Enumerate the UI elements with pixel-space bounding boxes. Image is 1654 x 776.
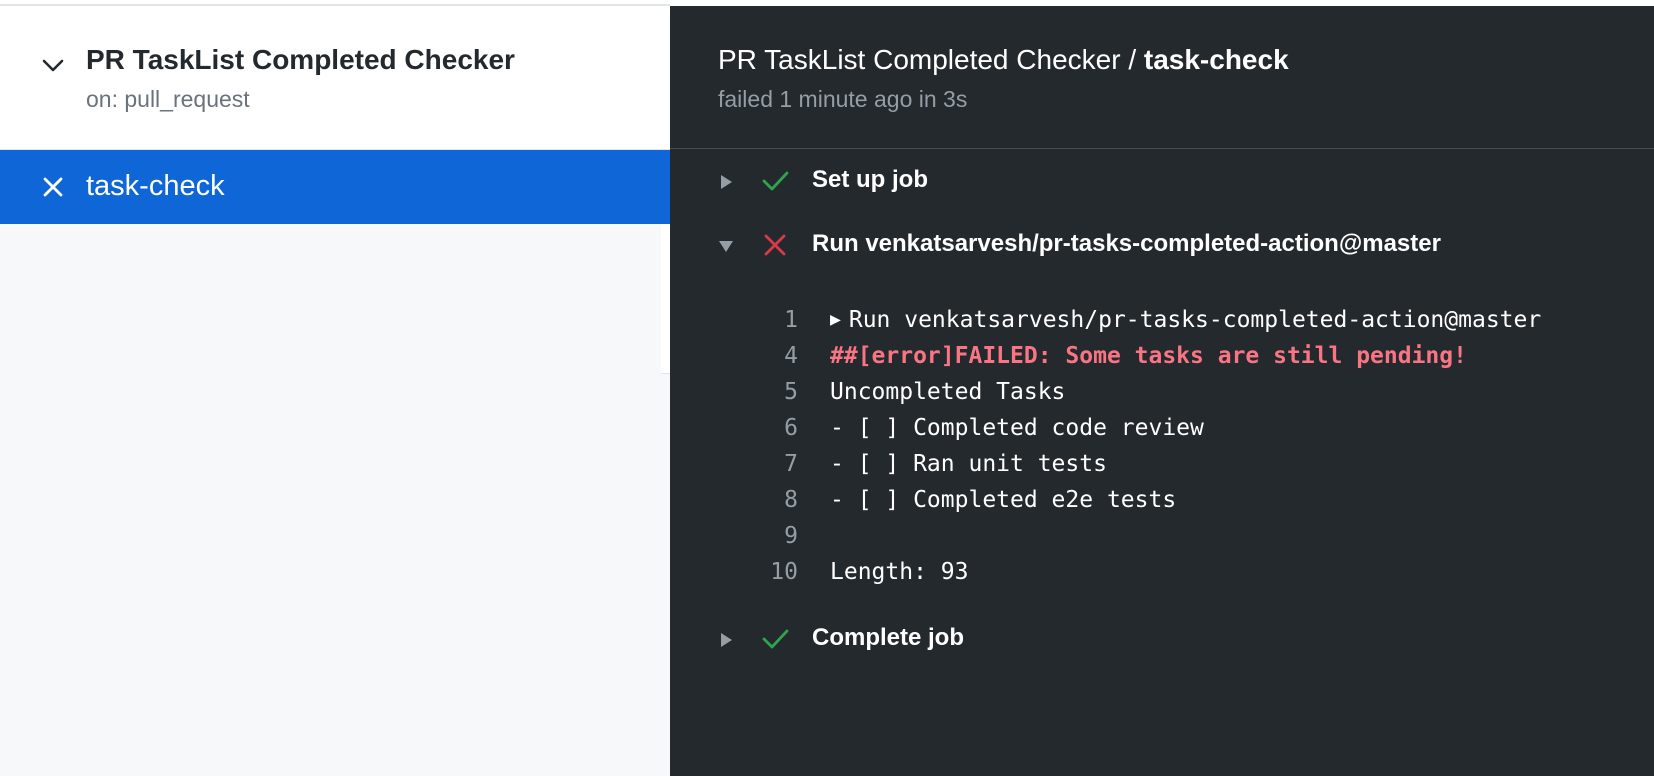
log-line: 9 <box>670 518 1654 554</box>
run-job-name: task-check <box>1143 44 1289 75</box>
line-number[interactable]: 6 <box>670 410 798 446</box>
job-label: task-check <box>86 170 225 202</box>
run-header: PR TaskList Completed Checker / task-che… <box>670 6 1654 149</box>
line-number[interactable]: 10 <box>670 554 798 590</box>
job-log-panel: PR TaskList Completed Checker / task-che… <box>670 6 1654 776</box>
log-text: - [ ] Completed e2e tests <box>830 487 1177 513</box>
log-line: 4 ##[error]FAILED: Some tasks are still … <box>670 338 1654 374</box>
workflow-trigger: on: pull_request <box>86 86 250 112</box>
line-number[interactable]: 5 <box>670 374 798 410</box>
step-name: Set up job <box>812 166 928 193</box>
run-workflow-name[interactable]: PR TaskList Completed Checker <box>718 44 1121 75</box>
chevron-down-icon[interactable] <box>40 52 66 78</box>
log-text: - [ ] Ran unit tests <box>830 451 1107 477</box>
divider <box>661 224 670 374</box>
log-text: Uncompleted Tasks <box>830 379 1066 405</box>
log-line: 6 - [ ] Completed code review <box>670 410 1654 446</box>
step-log: 1 ▶ Run venkatsarvesh/pr-tasks-completed-… <box>670 302 1654 590</box>
step-set-up-job[interactable]: Set up job <box>670 164 1654 204</box>
x-icon <box>43 177 63 197</box>
step-run-action[interactable]: Run venkatsarvesh/pr-tasks-completed-act… <box>670 228 1654 268</box>
log-line: 10 Length: 93 <box>670 554 1654 590</box>
triangle-right-icon[interactable] <box>716 172 736 192</box>
log-error-text: ##[error]FAILED: Some tasks are still pe… <box>830 343 1467 369</box>
log-text: ▶ Run venkatsarvesh/pr-tasks-completed-ac… <box>830 302 1541 340</box>
line-number[interactable]: 1 <box>670 302 798 338</box>
step-name: Run venkatsarvesh/pr-tasks-completed-act… <box>812 230 1441 257</box>
line-number[interactable]: 8 <box>670 482 798 518</box>
line-number[interactable]: 7 <box>670 446 798 482</box>
job-item-task-check[interactable]: task-check <box>0 150 670 224</box>
line-number[interactable]: 9 <box>670 518 798 554</box>
step-complete-job[interactable]: Complete job <box>670 622 1654 662</box>
workflow-sidebar: PR TaskList Completed Checker on: pull_r… <box>0 6 670 776</box>
triangle-down-icon[interactable] <box>716 236 736 256</box>
line-number[interactable]: 4 <box>670 338 798 374</box>
log-text: - [ ] Completed code review <box>830 415 1204 441</box>
step-name: Complete job <box>812 624 965 651</box>
log-line[interactable]: 1 ▶ Run venkatsarvesh/pr-tasks-completed-… <box>670 302 1654 338</box>
breadcrumb-separator: / <box>1128 44 1137 75</box>
workflow-header[interactable]: PR TaskList Completed Checker on: pull_r… <box>0 6 670 150</box>
check-icon <box>762 629 789 649</box>
check-icon <box>762 171 789 191</box>
log-line: 8 - [ ] Completed e2e tests <box>670 482 1654 518</box>
log-line: 5 Uncompleted Tasks <box>670 374 1654 410</box>
x-icon <box>764 234 786 256</box>
log-text-content: Run venkatsarvesh/pr-tasks-completed-act… <box>848 307 1542 333</box>
run-status: failed 1 minute ago in 3s <box>718 86 968 112</box>
workflow-title: PR TaskList Completed Checker <box>86 44 515 75</box>
run-title: PR TaskList Completed Checker / task-che… <box>718 44 1289 76</box>
triangle-right-icon[interactable] <box>716 630 736 650</box>
triangle-right-icon[interactable]: ▶ <box>830 302 841 338</box>
log-line: 7 - [ ] Ran unit tests <box>670 446 1654 482</box>
log-text: Length: 93 <box>830 559 969 585</box>
